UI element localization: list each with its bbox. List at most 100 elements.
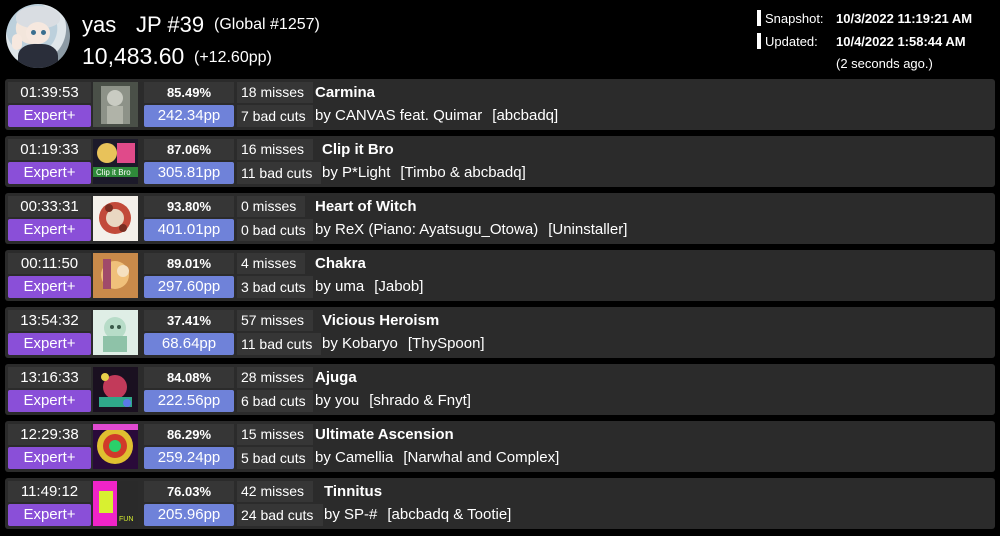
- difficulty-badge: Expert+: [8, 447, 91, 469]
- difficulty-badge: Expert+: [8, 276, 91, 298]
- song-artist: by SP-#: [324, 506, 378, 523]
- score-time: 01:39:53: [8, 82, 91, 103]
- ajuga-cover[interactable]: [93, 367, 138, 412]
- song-title[interactable]: Clip it Bro: [322, 141, 394, 158]
- score-row[interactable]: 00:33:31 Expert+ 93.80% 401.01pp 0 misse…: [5, 193, 995, 244]
- avatar[interactable]: [6, 4, 70, 68]
- player-header: yas JP #39 (Global #1257) 10,483.60 (+12…: [0, 0, 1000, 76]
- song-meta: by P*Light [Timbo & abcbadq]: [322, 164, 526, 181]
- bad-cut-count: 7 bad cuts: [237, 105, 313, 127]
- song-mapper[interactable]: [shrado & Fnyt]: [369, 392, 471, 409]
- player-global-rank: (Global #1257): [214, 16, 320, 33]
- pp-badge: 259.24pp: [144, 447, 234, 469]
- score-row[interactable]: 01:39:53 Expert+ 85.49% 242.34pp 18 miss…: [5, 79, 995, 130]
- pp-badge: 205.96pp: [144, 504, 234, 526]
- accuracy: 37.41%: [144, 310, 234, 331]
- song-mapper[interactable]: [ThySpoon]: [408, 335, 485, 352]
- pp-badge: 297.60pp: [144, 276, 234, 298]
- song-artist: by uma: [315, 278, 365, 295]
- miss-count: 28 misses: [237, 367, 313, 388]
- score-time: 13:54:32: [8, 310, 91, 331]
- vicious-heroism-cover[interactable]: [93, 310, 138, 355]
- song-artist: by Kobaryo: [322, 335, 398, 352]
- score-row[interactable]: 12:29:38 Expert+ 86.29% 259.24pp 15 miss…: [5, 421, 995, 472]
- accuracy: 86.29%: [144, 424, 234, 445]
- song-artist: by ReX (Piano: Ayatsugu_Otowa): [315, 221, 539, 238]
- song-title[interactable]: Ajuga: [315, 369, 357, 386]
- heart-of-witch-cover[interactable]: [93, 196, 138, 241]
- song-meta: by Kobaryo [ThySpoon]: [322, 335, 485, 352]
- difficulty-badge: Expert+: [8, 333, 91, 355]
- score-row[interactable]: 00:11:50 Expert+ 89.01% 297.60pp 4 misse…: [5, 250, 995, 301]
- miss-count: 42 misses: [237, 481, 313, 502]
- song-meta: by uma [Jabob]: [315, 278, 423, 295]
- pp-badge: 222.56pp: [144, 390, 234, 412]
- svg-text:Clip it Bro: Clip it Bro: [96, 168, 131, 177]
- bad-cut-count: 24 bad cuts: [237, 504, 323, 526]
- carmina-cover[interactable]: [93, 82, 138, 127]
- difficulty-badge: Expert+: [8, 219, 91, 241]
- updated-marker: [757, 33, 761, 49]
- song-title[interactable]: Carmina: [315, 84, 375, 101]
- score-row[interactable]: 01:19:33 Expert+ Clip it Bro 87.06% 305.…: [5, 136, 995, 187]
- tinnitus-cover[interactable]: FUN: [93, 481, 138, 526]
- miss-count: 0 misses: [237, 196, 305, 217]
- difficulty-badge: Expert+: [8, 105, 91, 127]
- accuracy: 85.49%: [144, 82, 234, 103]
- song-mapper[interactable]: [abcbadq & Tootie]: [387, 506, 511, 523]
- accuracy: 84.08%: [144, 367, 234, 388]
- miss-count: 15 misses: [237, 424, 313, 445]
- bad-cut-count: 0 bad cuts: [237, 219, 313, 241]
- score-row[interactable]: 13:54:32 Expert+ 37.41% 68.64pp 57 misse…: [5, 307, 995, 358]
- updated-ago: (2 seconds ago.): [836, 56, 933, 71]
- player-name[interactable]: yas: [82, 12, 116, 38]
- song-mapper[interactable]: [Narwhal and Complex]: [403, 449, 559, 466]
- accuracy: 76.03%: [144, 481, 234, 502]
- bad-cut-count: 5 bad cuts: [237, 447, 313, 469]
- song-mapper[interactable]: [Uninstaller]: [548, 221, 627, 238]
- updated-value: 10/4/2022 1:58:44 AM: [836, 34, 966, 49]
- pp-badge: 68.64pp: [144, 333, 234, 355]
- bad-cut-count: 11 bad cuts: [237, 333, 321, 355]
- accuracy: 89.01%: [144, 253, 234, 274]
- song-artist: by you: [315, 392, 360, 409]
- song-artist: by P*Light: [322, 164, 391, 181]
- snapshot-label: Snapshot:: [765, 11, 824, 26]
- updated-label: Updated:: [765, 34, 818, 49]
- player-country-rank: JP #39: [136, 12, 205, 37]
- ultimate-ascension-cover[interactable]: [93, 424, 138, 469]
- score-time: 12:29:38: [8, 424, 91, 445]
- bad-cut-count: 3 bad cuts: [237, 276, 313, 298]
- song-title[interactable]: Vicious Heroism: [322, 312, 439, 329]
- song-title[interactable]: Chakra: [315, 255, 366, 272]
- player-pp: 10,483.60: [82, 43, 185, 69]
- score-time: 13:16:33: [8, 367, 91, 388]
- song-title[interactable]: Heart of Witch: [315, 198, 417, 215]
- clip-it-bro-cover[interactable]: Clip it Bro: [93, 139, 138, 184]
- song-mapper[interactable]: [Timbo & abcbadq]: [400, 164, 525, 181]
- song-mapper[interactable]: [Jabob]: [374, 278, 423, 295]
- score-time: 00:11:50: [8, 253, 91, 274]
- score-row[interactable]: 13:16:33 Expert+ 84.08% 222.56pp 28 miss…: [5, 364, 995, 415]
- score-time: 01:19:33: [8, 139, 91, 160]
- song-title[interactable]: Tinnitus: [324, 483, 382, 500]
- pp-badge: 305.81pp: [144, 162, 234, 184]
- score-time: 00:33:31: [8, 196, 91, 217]
- song-meta: by CANVAS feat. Quimar [abcbadq]: [315, 107, 558, 124]
- difficulty-badge: Expert+: [8, 390, 91, 412]
- miss-count: 16 misses: [237, 139, 313, 160]
- song-meta: by SP-# [abcbadq & Tootie]: [324, 506, 511, 523]
- song-mapper[interactable]: [abcbadq]: [492, 107, 558, 124]
- player-pp-gain: (+12.60pp): [194, 49, 272, 66]
- song-meta: by ReX (Piano: Ayatsugu_Otowa) [Uninstall…: [315, 221, 627, 238]
- chakra-cover[interactable]: [93, 253, 138, 298]
- song-title[interactable]: Ultimate Ascension: [315, 426, 454, 443]
- pp-badge: 401.01pp: [144, 219, 234, 241]
- score-row[interactable]: 11:49:12 Expert+ FUN 76.03% 205.96pp 42 …: [5, 478, 995, 529]
- song-meta: by you [shrado & Fnyt]: [315, 392, 471, 409]
- pp-badge: 242.34pp: [144, 105, 234, 127]
- snapshot-value: 10/3/2022 11:19:21 AM: [836, 11, 973, 26]
- song-artist: by Camellia: [315, 449, 394, 466]
- song-meta: by Camellia [Narwhal and Complex]: [315, 449, 559, 466]
- score-time: 11:49:12: [8, 481, 91, 502]
